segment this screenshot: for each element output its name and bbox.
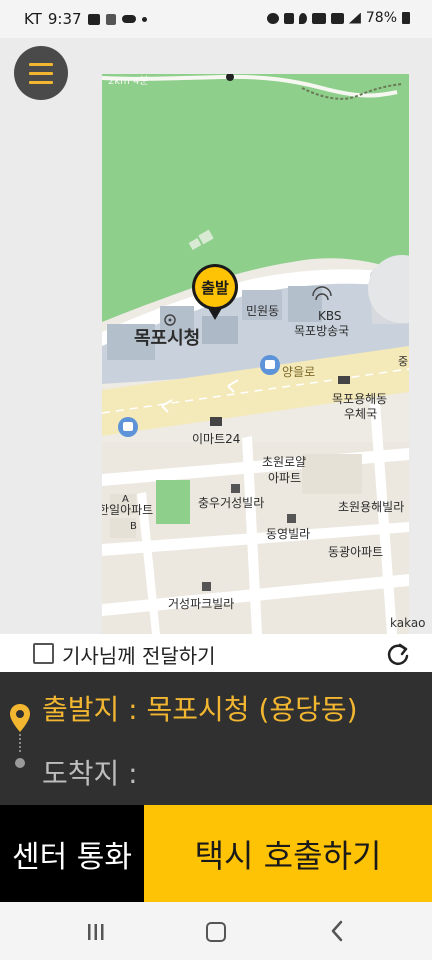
call-taxi-button[interactable]: 택시 호출하기 xyxy=(144,805,432,902)
location-icon xyxy=(298,12,307,24)
small-park xyxy=(156,480,190,524)
map-label-hanil: 한일아파트 xyxy=(102,503,153,517)
status-left: KT 9:37 xyxy=(24,10,147,28)
battery-percent: 78% xyxy=(365,10,397,26)
carrier-label: KT xyxy=(24,10,42,28)
map-label-post1: 목포용해동 xyxy=(332,392,387,406)
menu-bar-icon xyxy=(29,80,53,84)
location-pin-icon xyxy=(10,704,30,732)
map-canvas[interactable]: 2km 4분 목포시청 민원동 KBS 목포방송국 양을로 중 목포용해동 우체… xyxy=(102,74,409,634)
cloud-icon xyxy=(121,15,136,23)
map-label-block-b: B xyxy=(130,521,137,532)
recent-apps-icon[interactable] xyxy=(86,923,106,941)
map-label-post2: 우체국 xyxy=(344,407,377,421)
origin-marker-label: 출발 xyxy=(201,279,229,297)
building xyxy=(288,286,322,322)
battery-icon xyxy=(402,12,410,24)
cityhall-icon-dot xyxy=(168,318,172,322)
map-view[interactable]: 2km 4분 목포시청 민원동 KBS 목포방송국 양을로 중 목포용해동 우체… xyxy=(102,74,409,634)
map-label-edge: 중 xyxy=(398,355,408,368)
signal-icon xyxy=(348,12,361,24)
map-label-chowon-apt: 아파트 xyxy=(268,471,301,485)
bus-glyph xyxy=(123,422,133,431)
building xyxy=(202,316,238,344)
map-label-dongyoung: 동영빌라 xyxy=(266,527,310,541)
lte-icon xyxy=(330,12,344,24)
map-label-geoseong: 거성파크빌라 xyxy=(168,597,234,611)
map-label-cityhall: 목포시청 xyxy=(134,328,200,349)
forward-checkbox[interactable] xyxy=(33,643,54,664)
clock: 9:37 xyxy=(47,10,82,28)
status-bar: KT 9:37 78% xyxy=(0,0,432,38)
building-icon xyxy=(202,582,211,591)
notification-dot-icon xyxy=(141,16,147,22)
map-label-mart: 이마트24 xyxy=(192,432,240,446)
building-icon xyxy=(287,514,296,523)
trail-label: 2km 4분 xyxy=(108,75,149,87)
map-attribution: kakao xyxy=(390,616,426,630)
alarm-icon xyxy=(266,12,279,24)
map-label-chowon-yh: 초원용해빌라 xyxy=(338,500,404,514)
store-icon xyxy=(210,417,222,426)
map-label-block-a: A xyxy=(122,494,129,505)
map-label-kbs: KBS xyxy=(318,309,342,323)
building xyxy=(302,454,362,494)
hamburger-menu-button[interactable] xyxy=(14,46,68,100)
destination-dot-icon xyxy=(15,758,25,768)
back-icon[interactable] xyxy=(330,920,344,942)
map-label-donggwang: 동광아파트 xyxy=(328,545,383,559)
home-icon[interactable] xyxy=(206,922,226,942)
map-label-chowon: 초원로얄 xyxy=(262,454,306,469)
forward-label[interactable]: 기사님께 전달하기 xyxy=(62,640,216,669)
origin-address[interactable]: 출발지 : 목포시청 (용당동) xyxy=(42,688,358,728)
map-label-kbs-station: 목포방송국 xyxy=(294,324,349,338)
pen-icon xyxy=(105,13,116,25)
gallery-icon xyxy=(87,13,100,25)
menu-bar-icon xyxy=(29,62,53,66)
menu-bar-icon xyxy=(29,71,53,75)
center-call-button[interactable]: 센터 통화 xyxy=(0,805,144,902)
destination-address[interactable]: 도착지 : xyxy=(42,752,138,792)
mute-icon xyxy=(283,12,294,24)
hd-icon xyxy=(311,12,326,24)
building-icon xyxy=(231,484,240,493)
map-label-chungwoo: 충우거성빌라 xyxy=(198,496,264,510)
status-right: 78% xyxy=(266,10,410,26)
map-label-minwon: 민원동 xyxy=(246,304,279,318)
post-office-icon xyxy=(338,376,350,384)
map-label-road: 양을로 xyxy=(282,365,315,379)
route-connector xyxy=(19,734,23,752)
refresh-icon[interactable] xyxy=(385,641,411,667)
bus-glyph xyxy=(265,360,275,369)
